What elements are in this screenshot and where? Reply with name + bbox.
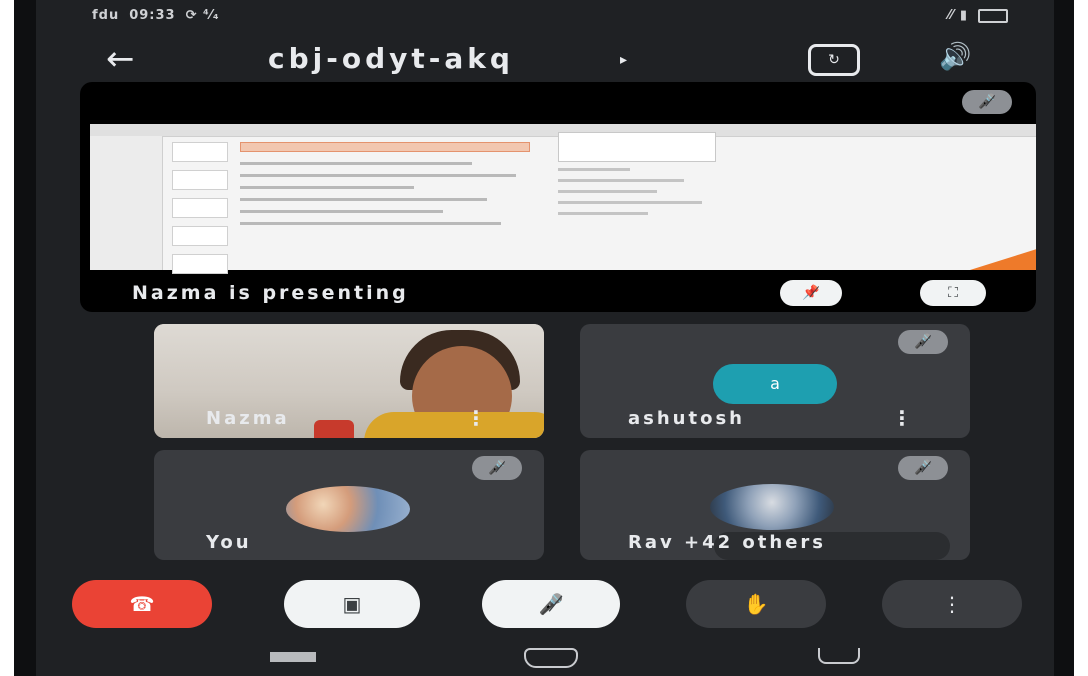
back-icon[interactable] <box>818 648 860 664</box>
status-extra: ⟳ ⁴⁄₄ <box>185 8 220 23</box>
more-options-button[interactable]: ⋮ <box>882 580 1022 628</box>
caret-right-icon[interactable]: ▸ <box>620 52 627 68</box>
switch-camera-icon[interactable]: ↻ <box>808 44 860 76</box>
unpin-button[interactable]: 📌̸ <box>780 280 842 306</box>
speaker-icon[interactable]: 🔊 <box>939 42 971 72</box>
home-icon[interactable] <box>524 648 578 668</box>
others-count: +42 others <box>684 532 827 553</box>
fullscreen-button[interactable]: ⛶ <box>920 280 986 306</box>
avatar <box>286 486 410 532</box>
system-nav-bar <box>36 640 1054 676</box>
raise-hand-button[interactable]: ✋ <box>686 580 826 628</box>
battery-icon <box>978 8 1008 23</box>
mic-off-icon: 🎤̸ <box>898 330 948 354</box>
mic-off-icon: 🎤̸ <box>538 592 564 616</box>
back-arrow-icon[interactable]: ← <box>106 42 135 76</box>
avatar <box>710 484 834 530</box>
camera-toggle-button[interactable]: ▣ <box>284 580 420 628</box>
pin-off-icon: 📌̸ <box>802 285 820 301</box>
mic-off-icon: 🎤̸ <box>898 456 948 480</box>
camera-off-icon: ▣ <box>342 592 362 616</box>
recents-icon[interactable] <box>270 652 316 662</box>
participant-name: Rav <box>628 532 675 553</box>
presentation-tile[interactable]: 🎤̸ Nazma is presenting 📌̸ ⛶ <box>80 82 1036 312</box>
more-vertical-icon[interactable]: ⋮ <box>892 406 912 430</box>
participant-name: You <box>206 532 252 553</box>
participant-tile-nazma[interactable]: Nazma ⋮ <box>154 324 544 438</box>
status-carrier: fdu <box>92 8 120 23</box>
participant-name: ashutosh <box>628 408 745 429</box>
top-bar: ← cbj-odyt-akq ▸ ↻ 🔊 <box>36 38 1054 88</box>
mic-off-icon: 🎤̸ <box>472 456 522 480</box>
participant-tile-you[interactable]: 🎤̸ You <box>154 450 544 560</box>
mic-toggle-button[interactable]: 🎤̸ <box>482 580 620 628</box>
participant-tile-others[interactable]: 🎤̸ Rav +42 others <box>580 450 970 560</box>
raise-hand-icon: ✋ <box>743 592 769 616</box>
end-call-icon: ☎ <box>129 592 155 616</box>
signal-icon: ⁄⁄ ▮ <box>947 8 968 23</box>
meeting-code[interactable]: cbj-odyt-akq <box>268 42 514 75</box>
mic-off-icon: 🎤̸ <box>962 90 1012 114</box>
more-vertical-icon[interactable]: ⋮ <box>466 406 486 430</box>
avatar: a <box>713 364 837 404</box>
more-vertical-icon: ⋮ <box>942 592 962 616</box>
meet-screen: fdu 09:33 ⟳ ⁴⁄₄ ⁄⁄ ▮ ← cbj-odyt-akq ▸ ↻ … <box>36 0 1054 676</box>
participant-name: Nazma <box>206 408 290 429</box>
shared-screen <box>90 124 1036 274</box>
presenting-label: Nazma is presenting <box>132 282 409 304</box>
device-frame: fdu 09:33 ⟳ ⁴⁄₄ ⁄⁄ ▮ ← cbj-odyt-akq ▸ ↻ … <box>14 0 1074 676</box>
call-controls: ☎ ▣ 🎤̸ ✋ ⋮ <box>36 580 1054 632</box>
fullscreen-icon: ⛶ <box>948 285 958 301</box>
end-call-button[interactable]: ☎ <box>72 580 212 628</box>
participant-tile-ashutosh[interactable]: 🎤̸ a ashutosh ⋮ <box>580 324 970 438</box>
status-time: 09:33 <box>129 8 176 23</box>
status-bar: fdu 09:33 ⟳ ⁴⁄₄ ⁄⁄ ▮ <box>36 6 1054 28</box>
